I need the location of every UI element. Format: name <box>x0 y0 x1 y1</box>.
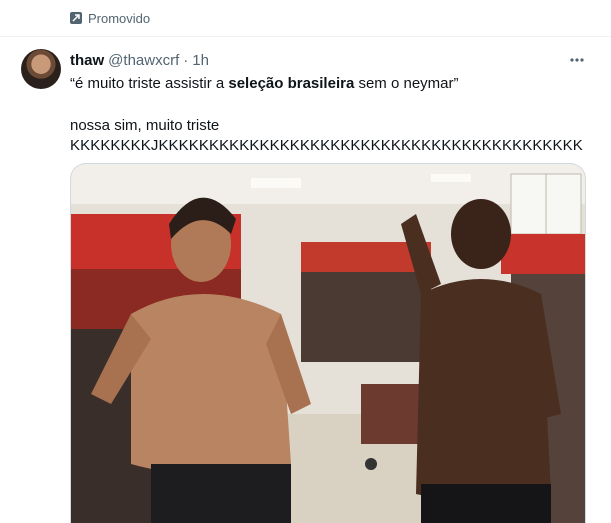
tweet-header: thaw @thawxcrf · 1h <box>70 52 209 69</box>
quote-text-bold: seleção brasileira <box>228 75 355 92</box>
promoted-bar: Promovido <box>0 0 611 37</box>
tweet-text-line-1: “é muito triste assistir a seleção brasi… <box>70 74 459 94</box>
timestamp[interactable]: 1h <box>192 52 209 69</box>
video-frame-illustration <box>71 164 585 523</box>
avatar[interactable] <box>21 49 61 89</box>
tweet-text-line-2: nossa sim, muito triste <box>70 117 220 134</box>
quote-text-end: sem o neymar” <box>354 75 459 92</box>
more-horizontal-icon[interactable] <box>567 50 587 70</box>
quote-text-start: “é muito triste assistir a <box>70 75 229 92</box>
display-name[interactable]: thaw <box>70 52 104 69</box>
tweet-video[interactable] <box>70 163 586 523</box>
promoted-label: Promovido <box>88 10 151 26</box>
tweet[interactable]: thaw @thawxcrf · 1h “é muito triste assi… <box>0 38 611 523</box>
separator-dot: · <box>183 52 189 69</box>
handle[interactable]: @thawxcrf <box>108 52 179 69</box>
tweet-text-line-3: KKKKKKKKJKKKKKKKKKKKKKKKKKKKKKKKKKKKKKKK… <box>70 137 583 154</box>
promoted-icon <box>70 12 82 24</box>
